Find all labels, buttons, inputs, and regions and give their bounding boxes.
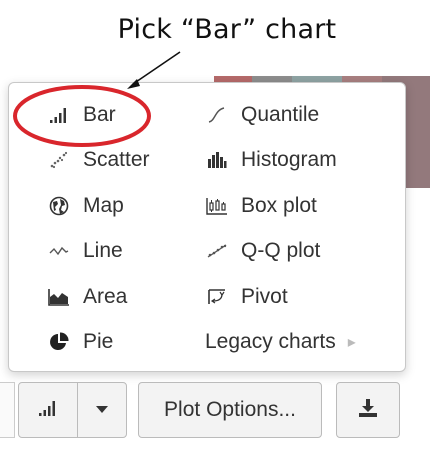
- toolbar-edge-button[interactable]: [0, 382, 15, 438]
- chart-type-menu: Bar Scatter Map Line Area Pie Quantile H…: [8, 82, 406, 372]
- menu-item-label: Legacy charts: [205, 330, 336, 353]
- menu-item-label: Pivot: [241, 285, 288, 308]
- menu-item-label: Scatter: [83, 148, 150, 171]
- menu-item-bar[interactable]: Bar: [47, 100, 116, 130]
- menu-item-quantile[interactable]: Quantile: [205, 100, 319, 130]
- menu-item-label: Area: [83, 285, 128, 308]
- caret-down-icon: [95, 401, 109, 419]
- chart-type-button[interactable]: [19, 383, 77, 437]
- pie-chart-icon: [47, 331, 71, 353]
- menu-item-box-plot[interactable]: Box plot: [205, 191, 317, 221]
- menu-item-label: Q-Q plot: [241, 239, 321, 262]
- menu-item-pie[interactable]: Pie: [47, 327, 113, 357]
- globe-icon: [47, 195, 71, 217]
- menu-item-histogram[interactable]: Histogram: [205, 145, 337, 175]
- menu-item-label: Histogram: [241, 148, 337, 171]
- menu-item-pivot[interactable]: Pivot: [205, 282, 288, 312]
- menu-item-label: Line: [83, 239, 123, 262]
- bar-chart-icon: [38, 399, 58, 422]
- menu-item-map[interactable]: Map: [47, 191, 124, 221]
- histogram-icon: [205, 149, 229, 171]
- box-plot-icon: [205, 195, 229, 217]
- download-icon: [357, 398, 379, 423]
- menu-item-legacy-charts[interactable]: Legacy charts ▸: [205, 327, 356, 357]
- chart-type-button-group: [18, 382, 127, 438]
- chevron-right-icon: ▸: [347, 334, 356, 351]
- menu-item-area[interactable]: Area: [47, 282, 127, 312]
- plot-toolbar: Plot Options...: [0, 382, 430, 438]
- chart-type-dropdown-toggle[interactable]: [77, 383, 126, 437]
- menu-item-label: Map: [83, 194, 124, 217]
- menu-item-label: Box plot: [241, 194, 317, 217]
- callout-text: Pick “Bar” chart: [117, 14, 337, 45]
- plot-options-button[interactable]: Plot Options...: [138, 382, 322, 438]
- quantile-icon: [205, 104, 229, 126]
- menu-item-label: Bar: [83, 103, 116, 126]
- qq-plot-icon: [205, 240, 229, 262]
- menu-item-line[interactable]: Line: [47, 236, 123, 266]
- menu-item-label: Quantile: [241, 103, 320, 126]
- line-chart-icon: [47, 240, 71, 262]
- menu-item-qq-plot[interactable]: Q-Q plot: [205, 236, 320, 266]
- menu-item-scatter[interactable]: Scatter: [47, 145, 150, 175]
- pivot-icon: [205, 286, 229, 308]
- download-button[interactable]: [336, 382, 400, 438]
- area-chart-icon: [47, 286, 71, 308]
- menu-item-label: Pie: [83, 330, 114, 353]
- annotation-callout: Pick “Bar” chart: [0, 14, 430, 45]
- scatter-icon: [47, 149, 71, 171]
- bar-chart-icon: [47, 104, 71, 126]
